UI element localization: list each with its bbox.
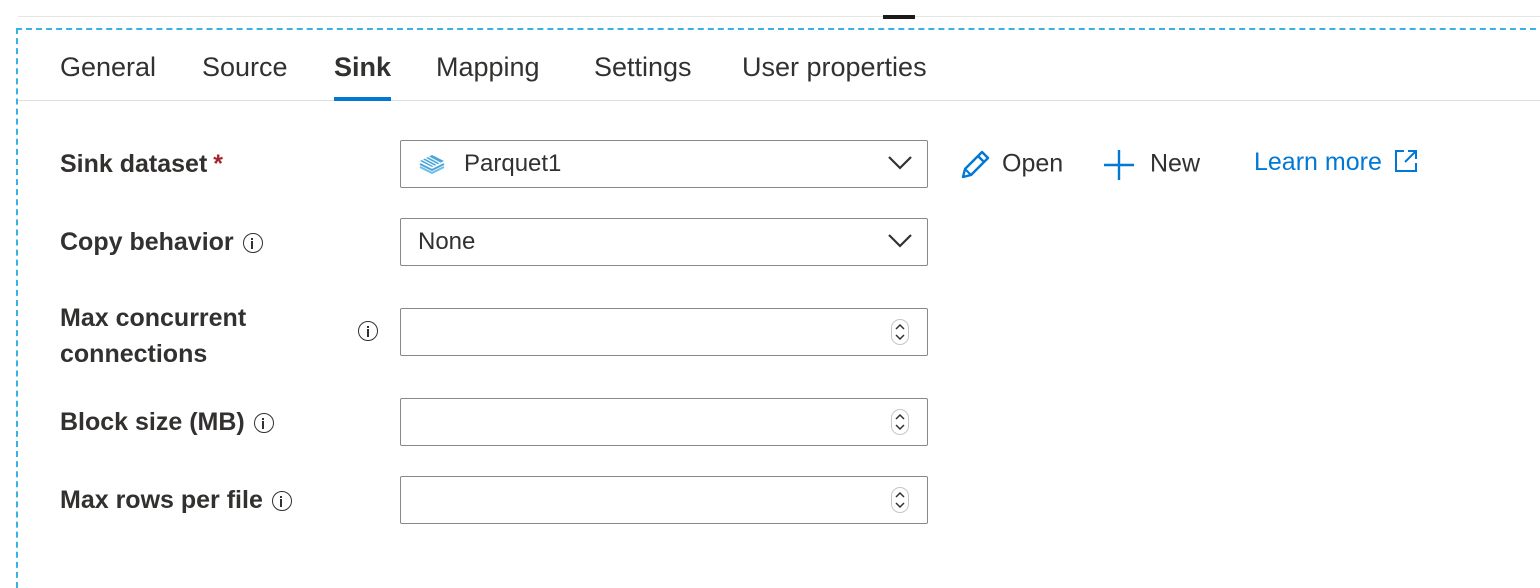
tab-general[interactable]: General — [60, 52, 156, 100]
tab-bar: General Source Sink Mapping Settings Use… — [18, 30, 1540, 101]
tab-mapping[interactable]: Mapping — [436, 52, 540, 100]
resize-handle[interactable] — [883, 15, 915, 19]
sink-dataset-label: Sink dataset * — [60, 150, 223, 179]
learn-more-link[interactable]: Learn more — [1254, 148, 1419, 177]
top-strip — [18, 0, 1540, 17]
copy-behavior-label-text: Copy behavior — [60, 228, 234, 256]
spin-button-icon[interactable] — [891, 487, 909, 513]
max-rows-label: Max rows per file — [60, 486, 292, 515]
learn-more-label: Learn more — [1254, 148, 1382, 176]
copy-behavior-label: Copy behavior — [60, 228, 263, 257]
spin-button-icon[interactable] — [891, 409, 909, 435]
sink-dataset-value: Parquet1 — [464, 150, 562, 177]
info-icon[interactable] — [271, 491, 292, 512]
max-rows-label-text: Max rows per file — [60, 486, 263, 514]
active-tab-indicator — [334, 97, 392, 101]
max-concurrent-label-line2: connections — [60, 340, 208, 368]
tab-source[interactable]: Source — [202, 52, 288, 100]
tab-label: User properties — [742, 52, 927, 82]
max-rows-input[interactable] — [400, 476, 928, 524]
max-concurrent-label: Max concurrent connections — [60, 300, 246, 372]
tab-user-properties[interactable]: User properties — [742, 52, 927, 100]
sink-dataset-select[interactable]: Parquet1 — [400, 140, 928, 188]
required-asterisk: * — [213, 150, 224, 178]
tab-label: Sink — [334, 52, 392, 82]
info-icon[interactable] — [253, 413, 274, 434]
tab-label: Mapping — [436, 52, 540, 82]
plus-icon — [1104, 150, 1134, 180]
block-size-label-text: Block size (MB) — [60, 408, 245, 436]
tab-label: General — [60, 52, 157, 82]
sink-panel: General Source Sink Mapping Settings Use… — [16, 28, 1540, 588]
sink-dataset-label-text: Sink dataset — [60, 150, 208, 178]
pencil-icon — [961, 150, 990, 179]
copy-behavior-value: None — [418, 228, 476, 255]
tab-sink[interactable]: Sink — [334, 52, 392, 101]
block-size-input[interactable] — [400, 398, 928, 446]
copy-behavior-select[interactable]: None — [400, 218, 928, 266]
chevron-down-icon — [888, 156, 912, 170]
info-icon[interactable] — [358, 321, 378, 341]
tab-label: Source — [202, 52, 288, 82]
max-concurrent-label-line1: Max concurrent — [60, 304, 247, 332]
block-size-label: Block size (MB) — [60, 408, 274, 437]
spin-button-icon[interactable] — [891, 319, 909, 345]
info-icon[interactable] — [242, 233, 263, 254]
max-concurrent-input[interactable] — [400, 308, 928, 356]
new-button[interactable]: New — [1102, 148, 1200, 182]
tab-settings[interactable]: Settings — [594, 52, 692, 100]
parquet-dataset-icon — [417, 153, 447, 175]
open-button[interactable]: Open — [958, 148, 1063, 182]
open-label: Open — [1002, 149, 1064, 178]
chevron-down-icon — [888, 234, 912, 248]
new-label: New — [1150, 149, 1201, 178]
tab-label: Settings — [594, 52, 692, 82]
external-link-icon — [1394, 150, 1417, 172]
